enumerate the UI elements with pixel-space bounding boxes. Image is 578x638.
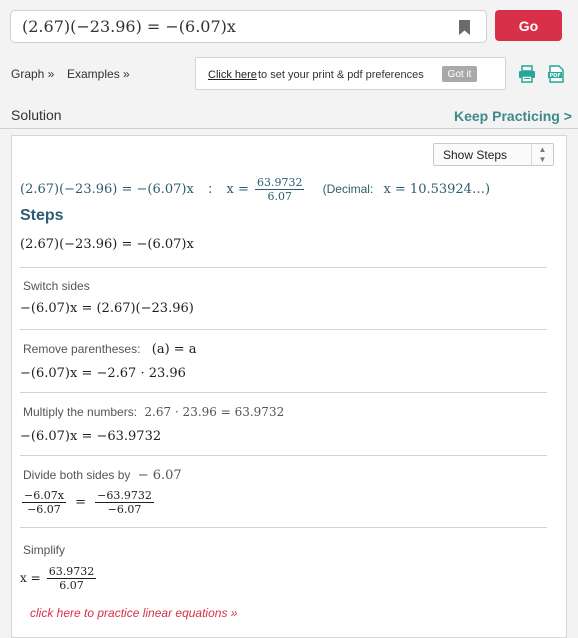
show-steps-select[interactable]: Show Steps ▲ ▼ (433, 143, 554, 166)
solution-label: Solution (11, 107, 62, 123)
print-preferences-link[interactable]: Click here (208, 69, 257, 81)
step-title-text: Multiply the numbers: (23, 405, 138, 419)
print-preferences-banner: Click here to set your print & pdf prefe… (195, 57, 506, 90)
step-title-text: Divide both sides by (23, 468, 131, 482)
print-preferences-text: to set your print & pdf preferences (258, 69, 424, 81)
steps-heading: Steps (20, 207, 64, 224)
fraction-denominator: −6.07 (27, 503, 61, 516)
step-equation: −6.07x −6.07 = −63.9732 −6.07 (20, 489, 156, 516)
show-steps-label: Show Steps (443, 148, 508, 162)
step-title-text: Remove parentheses: (23, 342, 141, 356)
step-title-math: (a) = a (151, 342, 197, 357)
fraction-denominator: −6.07 (107, 503, 142, 516)
graph-link[interactable]: Graph » (11, 67, 54, 81)
fraction-numerator: −63.9732 (95, 489, 154, 503)
fraction-denominator: 6.07 (59, 579, 84, 592)
equals-sign: = (75, 495, 86, 510)
step-fraction: 63.9732 6.07 (46, 565, 97, 592)
step-equation: −(6.07)x = −2.67 · 23.96 (20, 366, 186, 381)
step-title: Remove parentheses: (a) = a (23, 342, 197, 357)
step-equation: −(6.07)x = (2.67)(−23.96) (20, 301, 194, 316)
answer-separator: : (207, 182, 213, 197)
query-input[interactable]: (2.67)(−23.96) = −(6.07)x (10, 10, 487, 43)
step-divider (20, 527, 547, 528)
got-it-button[interactable]: Got it (442, 66, 477, 82)
decimal-value: x = 10.53924…) (383, 182, 491, 197)
step-equation: x = 63.9732 6.07 (20, 565, 98, 592)
answer-fraction: 63.9732 6.07 (254, 176, 305, 203)
step-fraction: −6.07x −6.07 (22, 489, 66, 516)
answer-line: (2.67)(−23.96) = −(6.07)x : x = 63.9732 … (20, 176, 490, 203)
step-divider (20, 329, 547, 330)
step-title: Simplify (23, 543, 66, 557)
fraction-numerator: 63.9732 (46, 565, 97, 579)
answer-x: x = (226, 182, 249, 197)
decimal-label: (Decimal: (322, 182, 374, 196)
svg-text:PDF: PDF (550, 73, 561, 79)
solution-panel: Show Steps ▲ ▼ (2.67)(−23.96) = −(6.07)x … (11, 135, 567, 638)
step-title: Divide both sides by − 6.07 (23, 468, 182, 483)
step-title: Switch sides (23, 279, 90, 293)
answer-denominator: 6.07 (267, 190, 292, 203)
select-arrows-icon: ▲ ▼ (531, 144, 553, 165)
pdf-icon[interactable]: PDF (547, 65, 565, 83)
examples-link[interactable]: Examples » (67, 67, 130, 81)
query-text[interactable]: (2.67)(−23.96) = −(6.07)x (22, 17, 236, 36)
step-title-math: 2.67 · 23.96 = 63.9732 (144, 405, 285, 419)
step-divider (20, 267, 547, 268)
divider (0, 128, 578, 129)
answer-equation: (2.67)(−23.96) = −(6.07)x (20, 182, 194, 197)
step-equation: −(6.07)x = −63.9732 (20, 429, 162, 444)
step-title: Multiply the numbers: 2.67 · 23.96 = 63.… (23, 405, 284, 419)
steps-equation: (2.67)(−23.96) = −(6.07)x (20, 237, 194, 252)
step-fraction: −63.9732 −6.07 (95, 489, 154, 516)
answer-numerator: 63.9732 (254, 176, 305, 190)
print-icon[interactable] (518, 65, 536, 83)
fraction-numerator: −6.07x (22, 489, 66, 503)
step-divider (20, 455, 547, 456)
practice-link[interactable]: click here to practice linear equations … (30, 606, 237, 620)
keep-practicing-link[interactable]: Keep Practicing > (454, 108, 572, 124)
go-button[interactable]: Go (495, 10, 562, 41)
step-divider (20, 392, 547, 393)
step-title-math: − 6.07 (137, 468, 182, 483)
bookmark-icon[interactable] (459, 20, 470, 35)
simplify-x: x = (20, 571, 41, 585)
